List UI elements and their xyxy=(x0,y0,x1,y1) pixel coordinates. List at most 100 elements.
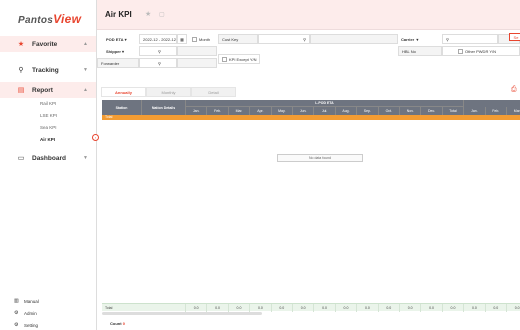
page-title: Air KPI xyxy=(105,10,132,19)
footer-cell: 0.0 xyxy=(507,304,520,312)
record-count: Count 0 xyxy=(110,321,125,326)
favorite-star-icon[interactable]: ★ xyxy=(145,10,151,18)
footer-cell: 0.0 xyxy=(186,304,208,312)
shipper-select[interactable]: Shipper ▾ xyxy=(103,46,139,56)
book-icon: ▥ xyxy=(14,298,19,304)
hbl-no-label: HBL No xyxy=(398,46,442,56)
star-icon: ★ xyxy=(17,41,25,48)
footer-cell: 0.0 xyxy=(443,304,465,312)
tab-detail[interactable]: Detail xyxy=(191,87,236,97)
calendar-icon[interactable]: ▦ xyxy=(177,34,187,44)
sidebar-item-admin[interactable]: ⚙ Admin xyxy=(14,310,37,316)
chevron-down-icon: ▼ xyxy=(83,155,88,161)
sidebar-subitem-lse-kpi[interactable]: LSE KPI xyxy=(40,113,57,118)
col-month[interactable]: Apr. xyxy=(250,107,272,115)
col-month[interactable]: Total xyxy=(443,107,465,115)
col-month[interactable]: Oct. xyxy=(379,107,400,115)
col-nation-details[interactable]: Nation Details xyxy=(142,100,186,115)
col-month[interactable]: Mar. xyxy=(507,107,520,115)
footer-total-label: Total xyxy=(102,304,186,312)
footer-cell: 0.0 xyxy=(336,304,358,312)
chevron-up-icon: ▲ xyxy=(83,41,88,47)
no-data-message: No data found xyxy=(277,154,363,162)
shipper-value xyxy=(177,46,217,56)
footer-cell: 0.0 xyxy=(293,304,315,312)
search-icon[interactable]: ⚲ xyxy=(446,37,449,42)
cust-key-input[interactable]: ⚲ xyxy=(258,34,310,44)
carrier-select[interactable]: Carrier ▾ xyxy=(398,34,438,44)
col-month[interactable]: Feb. xyxy=(486,107,507,115)
chevron-down-icon: ▼ xyxy=(83,67,88,73)
location-pin-icon: ⚲ xyxy=(18,67,24,74)
sidebar-item-dashboard[interactable]: ▭ Dashboard ▼ xyxy=(0,150,96,166)
monitor-icon: ▭ xyxy=(17,155,25,162)
col-group-lpod-eta: L.POD ETA xyxy=(186,100,464,107)
sidebar-item-manual[interactable]: ▥ Manual xyxy=(14,298,39,304)
kpi-except-checkbox[interactable]: KPI Except Y/N xyxy=(218,54,260,64)
forwarder-label: Forwarder xyxy=(97,58,139,68)
forwarder-value xyxy=(177,58,217,68)
sidebar-item-report[interactable]: ▤ Report ▲ xyxy=(0,82,96,98)
search-button[interactable]: Se xyxy=(509,33,520,41)
shipper-input[interactable]: ⚲ xyxy=(139,46,177,56)
footer-cell: 0.0 xyxy=(400,304,422,312)
tab-monthly[interactable]: Monthly xyxy=(146,87,191,97)
memo-icon[interactable]: ▢ xyxy=(159,11,165,18)
footer-cell: 0.0 xyxy=(250,304,272,312)
col-month[interactable]: May. xyxy=(272,107,293,115)
top-bar: Air KPI ★ ▢ xyxy=(97,0,520,30)
total-row: Total xyxy=(102,115,520,120)
grid-header: Station Nation Details L.POD ETA Jan. Feb… xyxy=(102,100,520,115)
horizontal-scrollbar[interactable] xyxy=(102,312,262,315)
date-range-input[interactable]: 2022-12 - 2022-12 xyxy=(139,34,177,44)
footer-cell: 0.0 xyxy=(229,304,251,312)
sidebar-item-favorite[interactable]: ★ Favorite ▲ xyxy=(0,36,96,52)
search-icon[interactable]: ⚲ xyxy=(158,49,161,54)
kpi-grid: Station Nation Details L.POD ETA Jan. Feb… xyxy=(102,100,520,122)
view-tabs: Annually Monthly Detail xyxy=(101,87,236,97)
chevron-up-icon: ▲ xyxy=(83,87,88,93)
footer-cell: 0.0 xyxy=(272,304,293,312)
sidebar-subitem-sea-kpi[interactable]: Sea KPI xyxy=(40,125,57,130)
col-month[interactable]: Feb. xyxy=(207,107,229,115)
sidebar-collapse-button[interactable]: ‹ xyxy=(92,134,99,141)
pdf-export-icon[interactable]: ⎙ xyxy=(511,86,517,94)
footer-cell: 0.0 xyxy=(464,304,486,312)
footer-cell: 0.0 xyxy=(314,304,336,312)
col-month[interactable]: Jan. xyxy=(186,107,208,115)
col-month[interactable]: Jan. xyxy=(464,107,486,115)
footer-cell: 0.0 xyxy=(486,304,507,312)
col-station[interactable]: Station xyxy=(102,100,142,115)
sidebar: PantosView ★ Favorite ▲ ⚲ Tracking ▼ ▤ R… xyxy=(0,0,97,330)
footer-cell: 0.0 xyxy=(379,304,400,312)
col-month[interactable]: Nov. xyxy=(400,107,422,115)
cust-key-value xyxy=(310,34,398,44)
pod-eta-select[interactable]: POD ETA ▾ xyxy=(103,34,139,44)
grid-footer-total: Total 0.0 0.0 0.0 0.0 0.0 0.0 0.0 0.0 0.0 0.0 0.0 0… xyxy=(102,303,520,312)
other-pwdr-checkbox[interactable]: Other PWDR Y/N xyxy=(442,46,520,56)
sidebar-item-tracking[interactable]: ⚲ Tracking ▼ xyxy=(0,62,96,78)
col-month[interactable]: Sep. xyxy=(357,107,379,115)
footer-cell: 0.0 xyxy=(357,304,379,312)
filter-panel: POD ETA ▾ 2022-12 - 2022-12 ▦ Month Cust… xyxy=(97,31,520,69)
search-icon[interactable]: ⚲ xyxy=(303,37,306,42)
col-month[interactable]: Dec. xyxy=(421,107,443,115)
col-month[interactable]: Jun. xyxy=(293,107,315,115)
month-checkbox[interactable]: Month xyxy=(189,34,219,44)
sidebar-subitem-rail-kpi[interactable]: Rail KPI xyxy=(40,101,56,106)
sidebar-subitem-air-kpi[interactable]: Air KPI xyxy=(40,137,55,142)
document-icon: ▤ xyxy=(17,87,25,94)
tab-annually[interactable]: Annually xyxy=(101,87,146,97)
search-icon[interactable]: ⚲ xyxy=(158,61,161,66)
carrier-input[interactable]: ⚲ xyxy=(442,34,498,44)
forwarder-input[interactable]: ⚲ xyxy=(139,58,177,68)
col-month[interactable]: Jul. xyxy=(314,107,336,115)
sidebar-item-setting[interactable]: ⚙ Setting xyxy=(14,322,38,328)
col-month[interactable]: Aug. xyxy=(336,107,358,115)
footer-cell: 0.0 xyxy=(421,304,443,312)
settings-icon: ⚙ xyxy=(14,322,19,328)
footer-cell: 0.0 xyxy=(207,304,229,312)
col-month[interactable]: Mar. xyxy=(229,107,251,115)
cust-key-label: Cust Key xyxy=(218,34,258,44)
pantos-logo[interactable]: PantosView xyxy=(18,12,81,26)
